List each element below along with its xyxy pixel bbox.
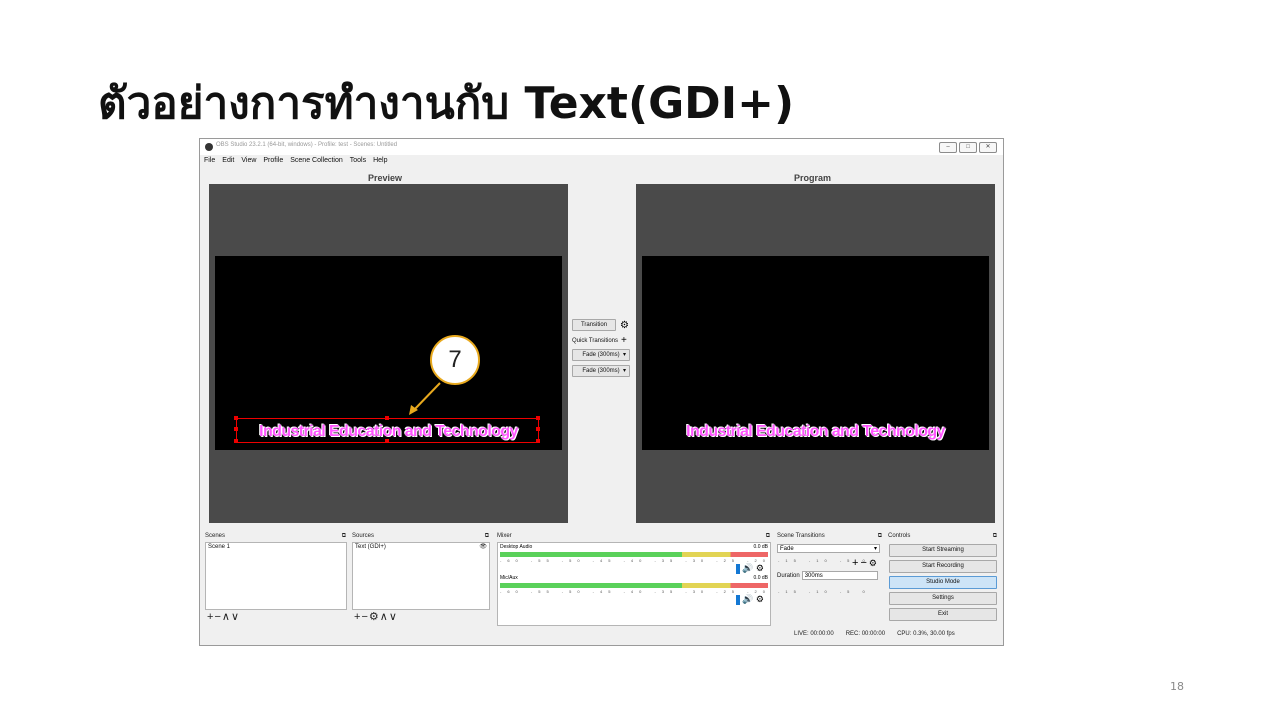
callout-arrow [409,382,441,415]
callout-number: 7 [430,335,480,385]
page-number: 18 [1170,680,1184,693]
